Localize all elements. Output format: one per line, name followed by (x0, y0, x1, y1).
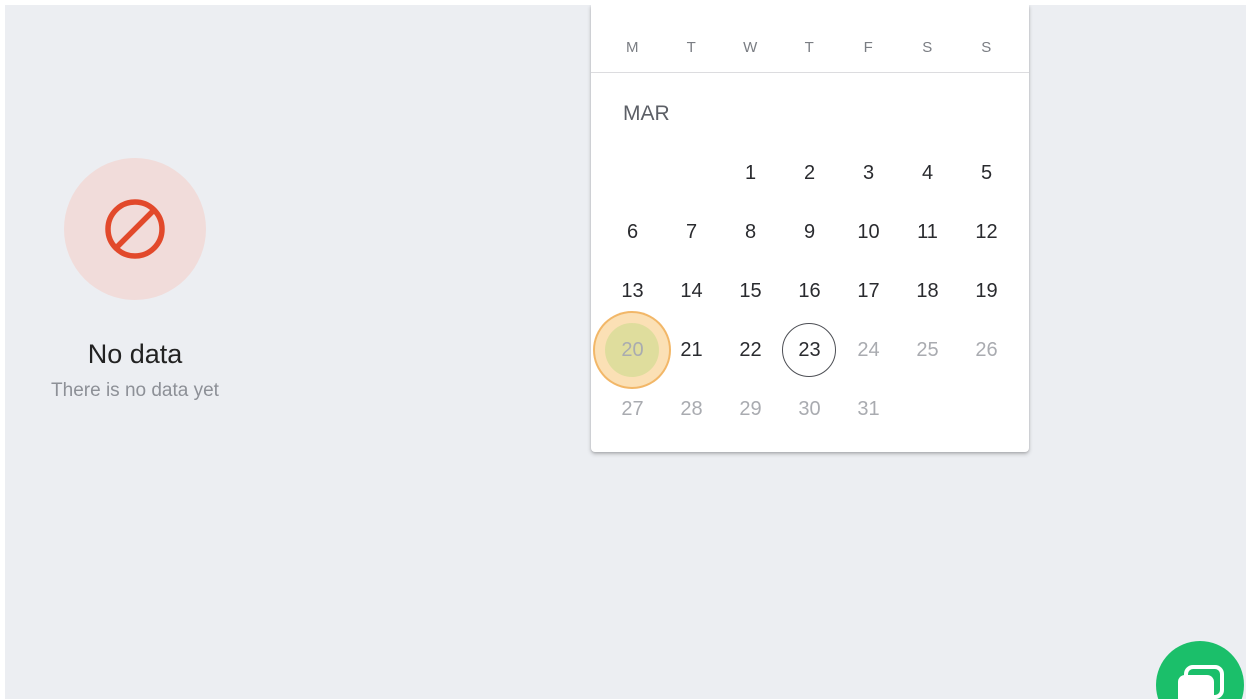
day-number: 2 (803, 162, 816, 184)
day-cell-22[interactable]: 22 (721, 321, 780, 380)
day-number: 25 (916, 339, 939, 361)
day-number: 1 (744, 162, 757, 184)
day-cell-17[interactable]: 17 (839, 262, 898, 321)
day-number: 13 (621, 280, 644, 302)
no-entry-icon (105, 199, 165, 259)
day-number: 21 (680, 339, 703, 361)
day-number: 7 (685, 221, 698, 243)
weekday-label: F (863, 39, 874, 56)
day-cell-3[interactable]: 3 (839, 144, 898, 203)
month-label: MAR (623, 102, 670, 125)
day-number: 8 (744, 221, 757, 243)
weekday-label: W (743, 39, 758, 56)
day-cell-14[interactable]: 14 (662, 262, 721, 321)
day-number: 22 (739, 339, 762, 361)
chat-bubble-icon (1178, 665, 1224, 699)
day-cell-28[interactable]: 28 (662, 380, 721, 439)
day-cell-31[interactable]: 31 (839, 380, 898, 439)
day-number: 29 (739, 398, 762, 420)
empty-state-title: No data (87, 339, 183, 369)
weekday-label: T (804, 39, 815, 56)
day-cell-2[interactable]: 2 (780, 144, 839, 203)
day-number: 31 (857, 398, 880, 420)
day-cell-10[interactable]: 10 (839, 203, 898, 262)
day-number: 30 (798, 398, 821, 420)
day-number: 12 (975, 221, 998, 243)
day-cell-4[interactable]: 4 (898, 144, 957, 203)
empty-state-icon-badge (64, 158, 206, 300)
day-cell-5[interactable]: 5 (957, 144, 1016, 203)
day-number: 4 (921, 162, 934, 184)
day-number: 19 (975, 280, 998, 302)
day-cell-7[interactable]: 7 (662, 203, 721, 262)
day-cell-19[interactable]: 19 (957, 262, 1016, 321)
day-cell-15[interactable]: 15 (721, 262, 780, 321)
day-number: 23 (798, 339, 821, 361)
day-number: 16 (798, 280, 821, 302)
day-number: 27 (621, 398, 644, 420)
day-cell-1[interactable]: 1 (721, 144, 780, 203)
page: No data There is no data yet M T W T F S S MAR… (5, 5, 1246, 699)
day-number: 14 (680, 280, 703, 302)
date-picker: MTWTFSS MAR 1 2 3 4 5 6 7 8 9 10 11 12 13 14 15 16 17 18 1… (591, 5, 1029, 452)
day-number: 9 (803, 221, 816, 243)
day-cell-8[interactable]: 8 (721, 203, 780, 262)
day-cell-empty (662, 144, 721, 203)
weekday-label: T (686, 39, 697, 56)
day-number: 11 (917, 221, 938, 243)
day-number: 6 (626, 221, 639, 243)
day-number: 28 (680, 398, 703, 420)
day-cell-25[interactable]: 25 (898, 321, 957, 380)
weekday-label: S (922, 39, 933, 56)
day-number: 15 (739, 280, 762, 302)
day-number: 26 (975, 339, 998, 361)
day-cell-18[interactable]: 18 (898, 262, 957, 321)
weekday-header: MTWTFSS (603, 39, 1017, 61)
day-grid: 1 2 3 4 5 6 7 8 9 10 11 12 13 14 15 16 17 18 19 20 21 22 23 24 2… (593, 144, 1017, 439)
empty-state-subtitle: There is no data yet (51, 380, 219, 401)
day-cell-23[interactable]: 23 (780, 321, 839, 380)
chat-button[interactable] (1156, 641, 1244, 699)
day-number: 24 (857, 339, 880, 361)
empty-state: No data There is no data yet (25, 158, 245, 403)
day-cell-empty (603, 144, 662, 203)
day-cell-6[interactable]: 6 (603, 203, 662, 262)
day-cell-21[interactable]: 21 (662, 321, 721, 380)
day-cell-27[interactable]: 27 (603, 380, 662, 439)
day-cell-11[interactable]: 11 (898, 203, 957, 262)
day-number: 17 (857, 280, 880, 302)
day-cell-29[interactable]: 29 (721, 380, 780, 439)
day-cell-12[interactable]: 12 (957, 203, 1016, 262)
weekday-label: M (626, 39, 639, 56)
day-number: 18 (916, 280, 939, 302)
day-cell-20[interactable]: 20 (593, 311, 671, 389)
day-number: 3 (862, 162, 875, 184)
weekday-divider (591, 72, 1029, 73)
day-number: 10 (857, 221, 880, 243)
day-cell-24[interactable]: 24 (839, 321, 898, 380)
day-number: 20 (621, 339, 644, 361)
day-cell-9[interactable]: 9 (780, 203, 839, 262)
weekday-label: S (981, 39, 992, 56)
day-cell-16[interactable]: 16 (780, 262, 839, 321)
day-cell-30[interactable]: 30 (780, 380, 839, 439)
day-cell-26[interactable]: 26 (957, 321, 1016, 380)
day-number: 5 (980, 162, 993, 184)
